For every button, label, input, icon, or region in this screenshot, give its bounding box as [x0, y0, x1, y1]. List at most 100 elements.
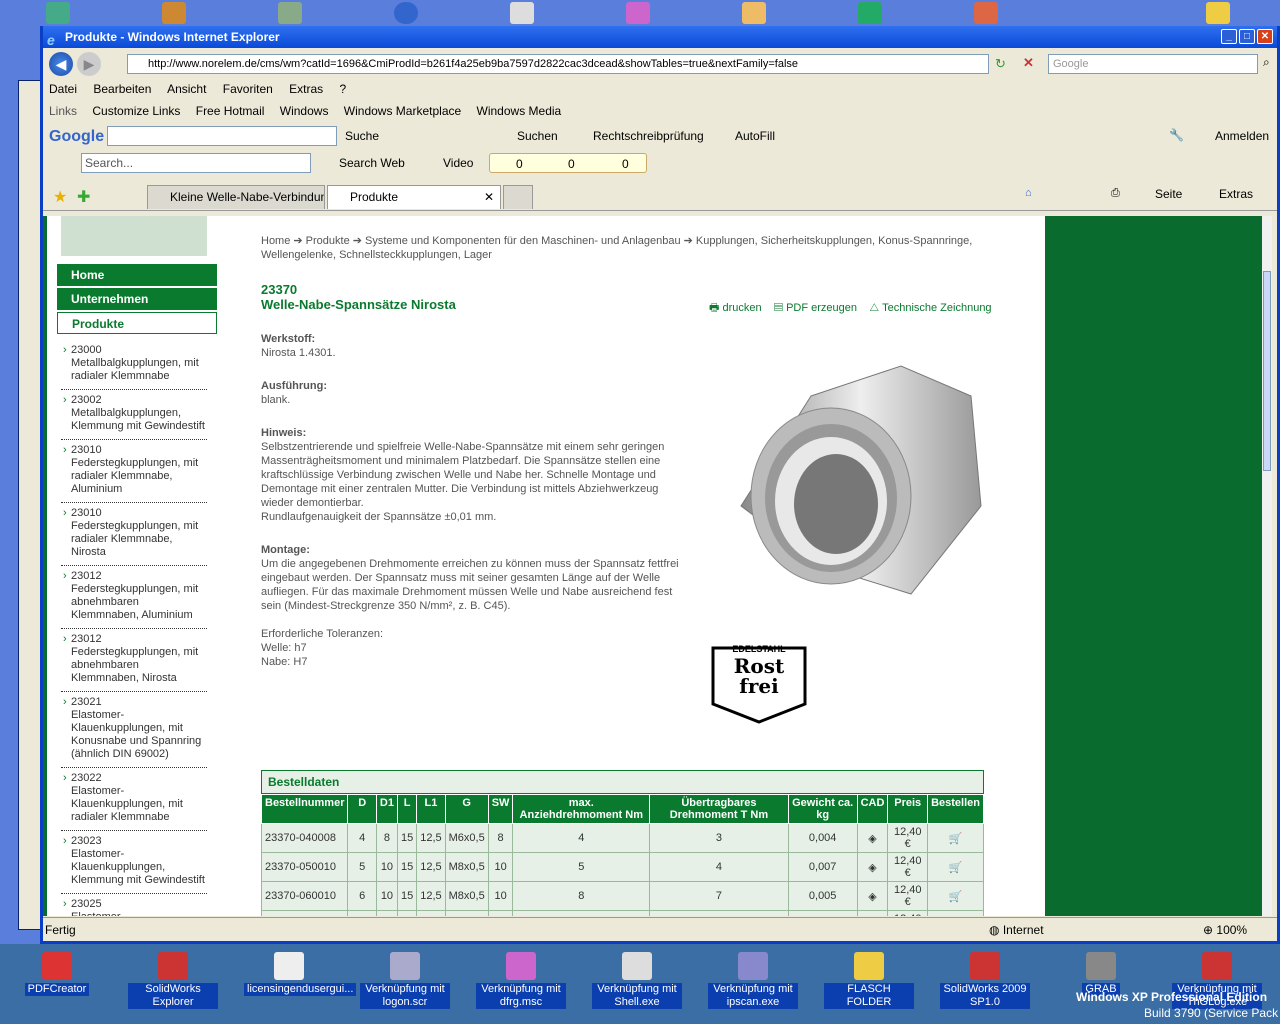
video-button[interactable]: Video [443, 156, 473, 170]
menu-bearbeiten[interactable]: Bearbeiten [93, 82, 151, 96]
cad-icon[interactable]: ◈ [856, 852, 889, 882]
close-tab-icon[interactable]: ✕ [484, 186, 494, 208]
desktop-top-icon[interactable] [742, 2, 766, 24]
minimize-button[interactable]: _ [1221, 29, 1237, 44]
tab-produkte[interactable]: Produkte ✕ [327, 185, 501, 209]
google-search-input[interactable] [107, 126, 337, 146]
desktop-top-icon[interactable] [974, 2, 998, 24]
page-menu[interactable]: Seite [1155, 187, 1182, 201]
vertical-scrollbar[interactable] [1262, 216, 1272, 916]
desktop-top-icon[interactable] [278, 2, 302, 24]
desktop-top-icon[interactable] [162, 2, 186, 24]
search-web-button[interactable]: Search Web [339, 156, 405, 170]
hinweis-line: wieder demontierbar. [261, 497, 364, 509]
print-icon[interactable]: ⎙ [1111, 187, 1120, 200]
link-customize[interactable]: Customize Links [92, 104, 180, 118]
product-nav-item[interactable]: 23000Metallbalgkupplungen, mitradialer K… [61, 340, 207, 390]
cad-icon[interactable]: ◈ [856, 910, 889, 916]
search-icon[interactable]: ⌕ [1263, 55, 1270, 70]
refresh-icon[interactable]: ↻ [995, 56, 1006, 72]
desktop-shortcut[interactable]: Verknüpfung mit dfrg.msc [476, 952, 566, 1009]
stop-icon[interactable]: ✕ [1023, 55, 1034, 71]
desktop-shortcut[interactable]: licensingendusergui... [244, 952, 357, 996]
cad-icon[interactable]: ◈ [856, 881, 889, 911]
link-hotmail[interactable]: Free Hotmail [196, 104, 265, 118]
nav-unternehmen[interactable]: Unternehmen [57, 288, 217, 310]
menu-datei[interactable]: Datei [49, 82, 77, 96]
home-icon[interactable]: ⌂ [1025, 187, 1032, 199]
nav-item-text: Nirosta [71, 546, 106, 558]
desktop-top-icon[interactable] [858, 2, 882, 24]
browser-window: e Produkte - Windows Internet Explorer _… [40, 26, 1280, 944]
link-marketplace[interactable]: Windows Marketplace [344, 104, 461, 118]
status-bar: Fertig ◍ Internet ⊕ 100% [43, 917, 1277, 941]
product-nav-item[interactable]: 23021Elastomer-Klauenkupplungen, mitKonu… [61, 692, 207, 768]
shortcut-icon [738, 952, 768, 980]
desktop-shortcut[interactable]: PDFCreator [12, 952, 102, 996]
nav-home[interactable]: Home [57, 264, 217, 286]
folder-icon[interactable] [1206, 2, 1230, 24]
toleranz-line: Nabe: H7 [261, 656, 308, 668]
column-header: D1 [375, 794, 398, 824]
signin-button[interactable]: Anmelden [1215, 129, 1269, 143]
desktop-shortcut[interactable]: SolidWorks 2009 SP1.0 [940, 952, 1030, 1009]
back-button[interactable]: ◀ [49, 52, 73, 76]
product-nav-item[interactable]: 23010Federstegkupplungen, mitradialer Kl… [61, 440, 207, 503]
menu-ansicht[interactable]: Ansicht [167, 82, 206, 96]
zoom-control[interactable]: ⊕ 100% [1203, 918, 1247, 942]
tab-welle-nabe[interactable]: Kleine Welle-Nabe-Verbindun... [147, 185, 325, 209]
desktop-top-icon[interactable] [626, 2, 650, 24]
nav-produkte[interactable]: Produkte [57, 312, 217, 334]
desktop-top-icon[interactable] [510, 2, 534, 24]
toolbar-search-input[interactable]: Search... [81, 153, 311, 173]
product-nav-item[interactable]: 23025Elastomer- [61, 894, 207, 916]
cad-icon[interactable]: ◈ [856, 823, 889, 853]
autofill-button[interactable]: AutoFill [735, 129, 775, 143]
pdf-link[interactable]: ▤ PDF erzeugen [774, 302, 857, 314]
toleranz-line: Erforderliche Toleranzen: [261, 628, 384, 640]
product-nav-item[interactable]: 23022Elastomer-Klauenkupplungen, mitradi… [61, 768, 207, 831]
desktop-shortcut[interactable]: Verknüpfung mit logon.scr [360, 952, 450, 1009]
favorites-star-icon[interactable]: ★ [53, 187, 67, 207]
desktop-shortcut[interactable]: Verknüpfung mit ipscan.exe [708, 952, 798, 1009]
drawing-link[interactable]: △ Technische Zeichnung [869, 302, 991, 314]
add-favorite-icon[interactable]: ✚ [77, 187, 90, 207]
close-button[interactable]: ✕ [1257, 29, 1273, 44]
menu-help[interactable]: ? [340, 82, 347, 96]
product-nav-item[interactable]: 23012Federstegkupplungen, mitabnehmbaren… [61, 566, 207, 629]
suchen-button[interactable]: Suchen [517, 129, 558, 143]
order-title: Bestelldaten [268, 775, 340, 789]
table-cell: M8x0,5 [444, 910, 489, 916]
product-nav-item[interactable]: 23023Elastomer-Klauenkupplungen,Klemmung… [61, 831, 207, 894]
spellcheck-button[interactable]: Rechtschreibprüfung [593, 129, 704, 143]
product-nav-item[interactable]: 23002Metallbalgkupplungen,Klemmung mit G… [61, 390, 207, 440]
desktop-shortcut[interactable]: SolidWorks Explorer [128, 952, 218, 1009]
search-input[interactable]: Google [1048, 54, 1258, 74]
menu-extras[interactable]: Extras [289, 82, 323, 96]
desktop-top-icon[interactable] [46, 2, 70, 24]
google-search-button[interactable]: Suche [345, 129, 379, 143]
cart-icon[interactable]: 🛒 [927, 910, 984, 916]
desktop-shortcut[interactable]: Verknüpfung mit Shell.exe [592, 952, 682, 1009]
new-tab-button[interactable] [503, 185, 533, 209]
column-header: D [347, 794, 377, 824]
tools-menu[interactable]: Extras [1219, 187, 1253, 201]
desktop-shortcut[interactable]: FLASCH FOLDER [824, 952, 914, 1009]
cart-icon[interactable]: 🛒 [927, 823, 984, 853]
forward-button[interactable]: ▶ [77, 52, 101, 76]
product-nav-item[interactable]: 23010Federstegkupplungen, mitradialer Kl… [61, 503, 207, 566]
nav-item-text: abnehmbaren [71, 596, 139, 608]
scrollbar-thumb[interactable] [1263, 271, 1271, 471]
address-input[interactable]: http://www.norelem.de/cms/wm?catId=1696&… [127, 54, 989, 74]
wrench-icon[interactable]: 🔧 [1169, 128, 1184, 142]
desktop-top-icon[interactable] [394, 2, 418, 24]
title-bar[interactable]: e Produkte - Windows Internet Explorer _… [43, 26, 1277, 48]
cart-icon[interactable]: 🛒 [927, 881, 984, 911]
maximize-button[interactable]: □ [1239, 29, 1255, 44]
link-windows[interactable]: Windows [280, 104, 329, 118]
link-media[interactable]: Windows Media [477, 104, 562, 118]
print-link[interactable]: 🖶 drucken [709, 302, 762, 314]
product-nav-item[interactable]: 23012Federstegkupplungen, mitabnehmbaren… [61, 629, 207, 692]
menu-favoriten[interactable]: Favoriten [223, 82, 273, 96]
cart-icon[interactable]: 🛒 [927, 852, 984, 882]
